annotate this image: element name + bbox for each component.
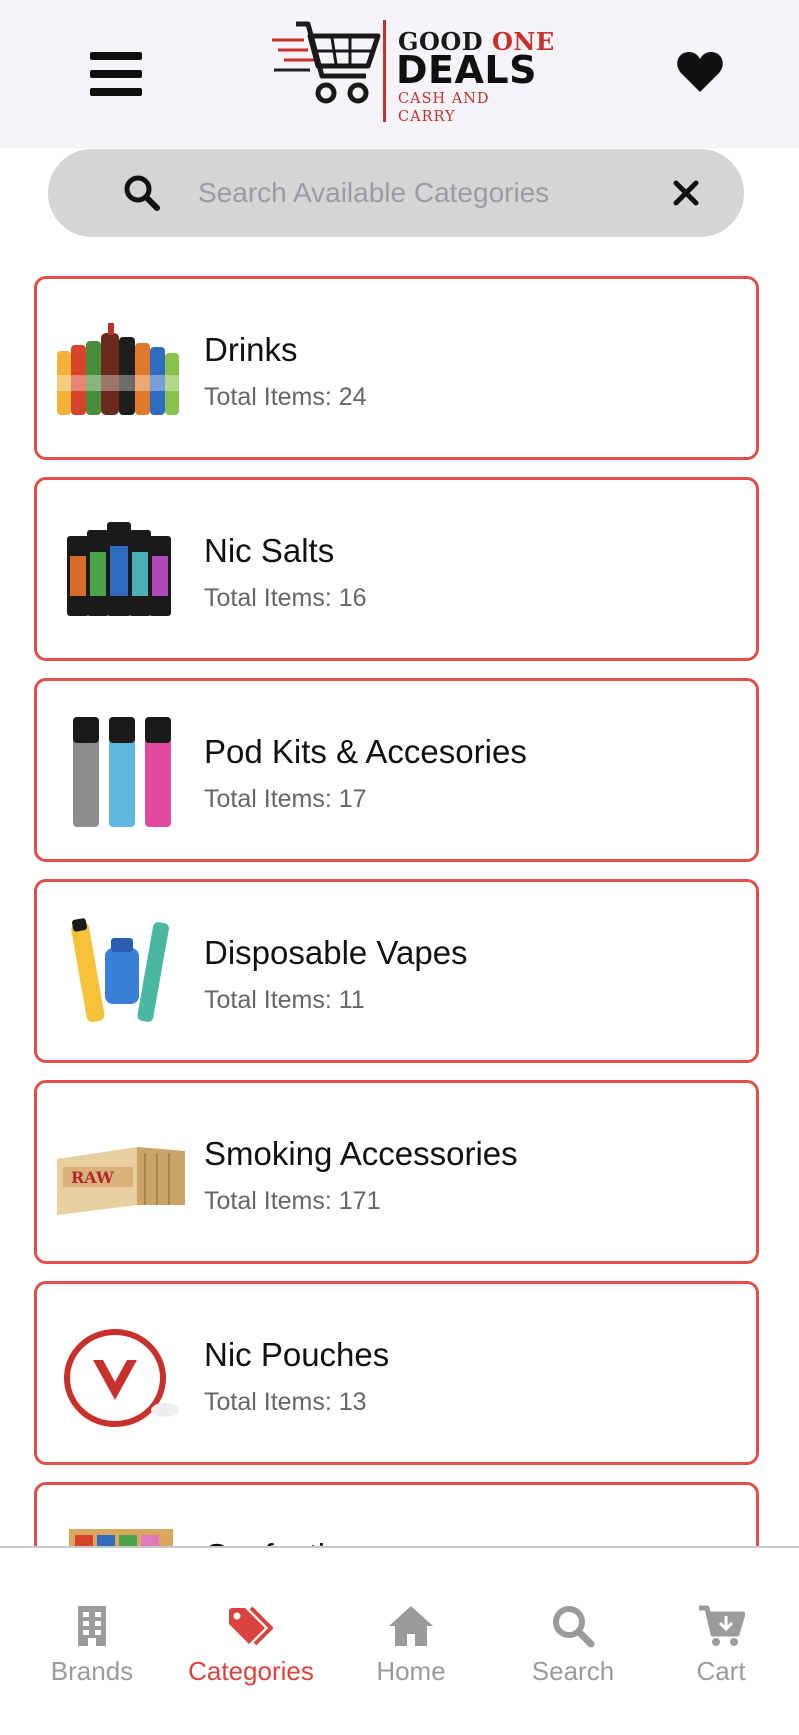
nicotine-pouch-tin-image <box>64 1329 179 1427</box>
category-item-count: Total Items: 24 <box>204 383 367 411</box>
hamburger-menu-icon <box>90 52 142 60</box>
category-name: Disposable Vapes <box>204 934 468 971</box>
nav-categories[interactable]: Categories <box>176 1604 326 1704</box>
search-icon <box>124 175 160 211</box>
svg-text:RAW: RAW <box>71 1168 115 1187</box>
nav-label: Cart <box>696 1656 746 1686</box>
nav-cart[interactable]: Cart <box>646 1604 796 1704</box>
cart-logo-icon <box>272 21 381 104</box>
category-card-confectionery[interactable]: Confectionery <box>34 1482 759 1546</box>
confectionery-box-image <box>69 1529 173 1546</box>
nav-brands[interactable]: Brands <box>17 1604 167 1704</box>
category-name: Nic Pouches <box>204 1336 390 1373</box>
category-search-bar <box>48 149 744 237</box>
nav-label: Home <box>376 1656 446 1686</box>
category-card-drinks[interactable]: Drinks Total Items: 24 <box>34 276 759 460</box>
pod-kit-devices-image <box>73 717 171 827</box>
category-card-nic-pouches[interactable]: Nic Pouches Total Items: 13 <box>34 1281 759 1465</box>
heart-icon <box>677 51 723 92</box>
category-item-count: Total Items: 11 <box>204 986 365 1014</box>
category-name: Pod Kits & Accesories <box>204 733 527 770</box>
category-item-count: Total Items: 16 <box>204 584 367 612</box>
home-icon <box>389 1606 433 1646</box>
category-card-pod-kits[interactable]: Pod Kits & Accesories Total Items: 17 <box>34 678 759 862</box>
e-liquid-bottles-image <box>67 522 171 616</box>
nav-label: Search <box>531 1656 615 1686</box>
favorites-button[interactable] <box>676 50 724 96</box>
disposable-vape-devices-image <box>71 918 169 1023</box>
search-icon <box>553 1606 595 1648</box>
nav-label: Brands <box>50 1656 134 1686</box>
soft-drink-bottles-image <box>57 323 179 415</box>
logo-tagline: CASH AND CARRY <box>398 91 490 125</box>
category-card-disposable-vapes[interactable]: Disposable Vapes Total Items: 11 <box>34 879 759 1063</box>
tags-icon <box>229 1606 273 1646</box>
close-icon[interactable] <box>670 177 702 209</box>
search-input[interactable] <box>198 165 618 221</box>
nav-label: Categories <box>188 1656 314 1686</box>
rolling-paper-box-image: RAW <box>57 1147 185 1215</box>
app-header: GOOD ONE DEALS CASH AND CARRY <box>0 0 799 148</box>
category-item-count: Total Items: 171 <box>204 1187 381 1215</box>
logo: GOOD ONE DEALS CASH AND CARRY <box>270 18 554 126</box>
category-card-nic-salts[interactable]: Nic Salts Total Items: 16 <box>34 477 759 661</box>
nav-home[interactable]: Home <box>336 1604 486 1704</box>
category-name: Nic Salts <box>204 532 335 569</box>
category-list: Drinks Total Items: 24 Nic Salts Total I… <box>0 262 799 1546</box>
category-name: Smoking Accessories <box>204 1135 518 1172</box>
category-item-count: Total Items: 13 <box>204 1388 367 1416</box>
category-name: Drinks <box>204 331 298 368</box>
category-item-count: Total Items: 17 <box>204 785 367 813</box>
logo-main-text: DEALS <box>396 48 537 92</box>
nav-search[interactable]: Search <box>498 1604 648 1704</box>
menu-button[interactable] <box>88 50 144 98</box>
cart-icon <box>699 1605 745 1646</box>
category-name: Confectionery <box>204 1537 408 1546</box>
category-card-smoking-accessories[interactable]: RAW Smoking Accessories Total Items: 171 <box>34 1080 759 1264</box>
bottom-navigation: Brands Categories Home Search Cart <box>0 1546 799 1735</box>
building-icon <box>78 1606 106 1646</box>
